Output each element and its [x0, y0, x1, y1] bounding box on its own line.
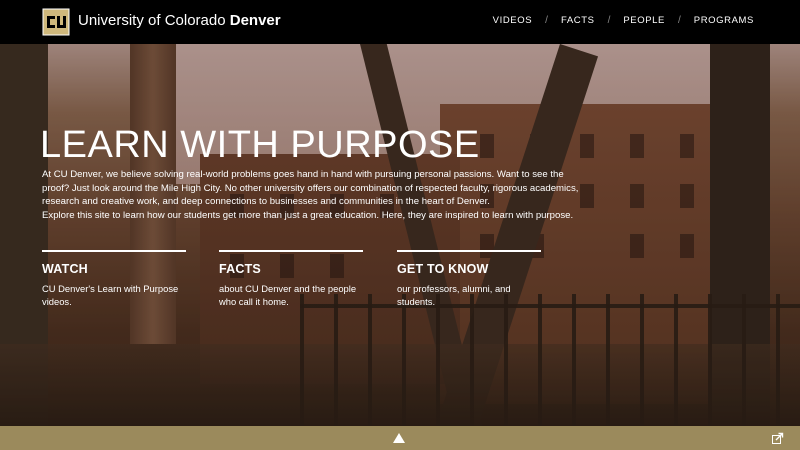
nav-separator: / [545, 15, 548, 26]
nav-videos[interactable]: VIDEOS [493, 15, 533, 26]
card-get-to-know[interactable]: GET TO KNOW our professors, alumni, and … [397, 250, 541, 308]
hero-description: At CU Denver, we believe solving real-wo… [42, 168, 582, 222]
bottom-bar [0, 426, 800, 450]
nav-separator: / [607, 15, 611, 26]
card-watch[interactable]: WATCH CU Denver's Learn with Purpose vid… [42, 250, 186, 308]
hero-paragraph: Explore this site to learn how our stude… [42, 209, 574, 221]
card-text: CU Denver's Learn with Purpose videos. [42, 283, 179, 307]
card-title[interactable]: WATCH [42, 262, 186, 276]
card-title[interactable]: FACTS [219, 262, 363, 276]
share-icon[interactable] [772, 432, 784, 444]
site-title-bold: Denver [229, 12, 281, 29]
top-bar: University of Colorado Denver VIDEOS / F… [0, 0, 800, 44]
nav-separator: / [677, 15, 681, 26]
nav-people[interactable]: PEOPLE [623, 15, 665, 26]
hero-section: LEARN WITH PURPOSE At CU Denver, we beli… [0, 44, 800, 426]
nav-facts[interactable]: FACTS [561, 15, 595, 26]
hero-title: LEARN WITH PURPOSE [40, 124, 480, 166]
up-arrow-icon[interactable] [393, 433, 405, 443]
card-text: our professors, alumni, and students. [397, 283, 511, 307]
card-facts[interactable]: FACTS about CU Denver and the people who… [219, 250, 363, 308]
site-title[interactable]: University of Colorado Denver [78, 12, 281, 30]
site-title-prefix: University of Colorado [78, 12, 230, 29]
main-nav: VIDEOS / FACTS / PEOPLE / PROGRAMS [493, 15, 754, 26]
hero-overlay [0, 44, 800, 426]
hero-paragraph: At CU Denver, we believe solving real-wo… [42, 169, 579, 208]
card-text: about CU Denver and the people who call … [219, 283, 357, 307]
nav-programs[interactable]: PROGRAMS [694, 15, 754, 26]
card-title[interactable]: GET TO KNOW [397, 262, 541, 276]
cu-logo-icon[interactable] [42, 8, 70, 36]
